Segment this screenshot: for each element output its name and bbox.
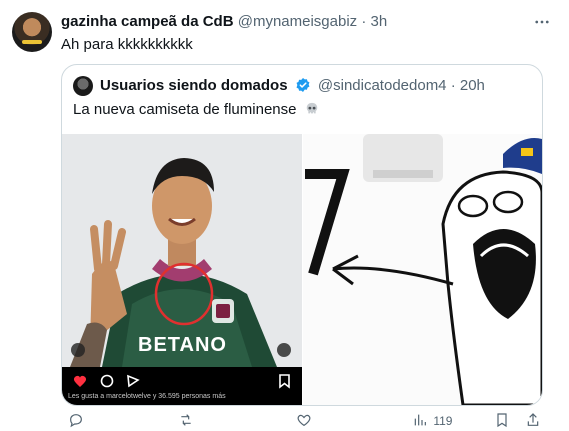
ellipsis-icon	[535, 20, 549, 24]
bookmark-button[interactable]	[494, 412, 510, 431]
quoted-tweet-card[interactable]: Usuarios siendo domados @sindicatodedom4…	[61, 64, 543, 406]
quoted-header: Usuarios siendo domados @sindicatodedom4…	[100, 77, 485, 94]
share-button[interactable]	[525, 412, 541, 431]
sponsor-text: BETANO	[138, 334, 227, 356]
author-name[interactable]: gazinha campeã da CdB	[61, 13, 234, 30]
tweet-header: gazinha campeã da CdB @mynameisgabiz · 3…	[61, 13, 387, 30]
skull-emoji-icon	[306, 102, 317, 114]
bookmark-icon	[497, 413, 507, 428]
author-handle[interactable]: @mynameisgabiz	[238, 13, 357, 30]
quoted-author-avatar	[73, 76, 93, 96]
verified-badge-icon	[296, 78, 310, 92]
tweet-time[interactable]: 3h	[371, 13, 388, 30]
quoted-time: 20h	[459, 77, 485, 94]
reply-button[interactable]	[68, 412, 84, 431]
player-photo[interactable]: BETANO Les gusta a marcelotwelve y 36.59…	[62, 134, 302, 405]
quoted-author-handle: @sindicatodedom4	[317, 77, 447, 94]
like-button[interactable]	[296, 412, 312, 431]
retweet-icon	[181, 414, 191, 426]
instagram-likes-text: Les gusta a marcelotwelve y 36.595 perso…	[68, 393, 226, 400]
meme-illustration	[303, 134, 542, 405]
author-avatar[interactable]	[12, 12, 52, 52]
quoted-media[interactable]: BETANO Les gusta a marcelotwelve y 36.59…	[62, 134, 542, 405]
meme-image[interactable]	[303, 134, 542, 405]
more-options-icon[interactable]	[533, 13, 551, 36]
views-count: 119	[433, 414, 453, 428]
player-illustration	[62, 134, 302, 405]
retweet-button[interactable]	[178, 412, 194, 431]
tweet-text: Ah para kkkkkkkkkk	[61, 36, 193, 53]
quoted-author-name: Usuarios siendo domados	[100, 77, 288, 94]
share-icon	[527, 413, 539, 426]
separator-dot: ·	[450, 77, 456, 94]
reply-icon	[70, 414, 82, 428]
views-icon	[414, 414, 426, 426]
heart-icon	[297, 414, 311, 427]
views-button[interactable]: 119	[412, 412, 452, 428]
quoted-text: La nueva camiseta de fluminense	[73, 101, 319, 118]
separator-dot: ·	[361, 13, 367, 30]
quoted-text-content: La nueva camiseta de fluminense	[73, 101, 297, 118]
tweet-actions: 119	[0, 412, 569, 430]
